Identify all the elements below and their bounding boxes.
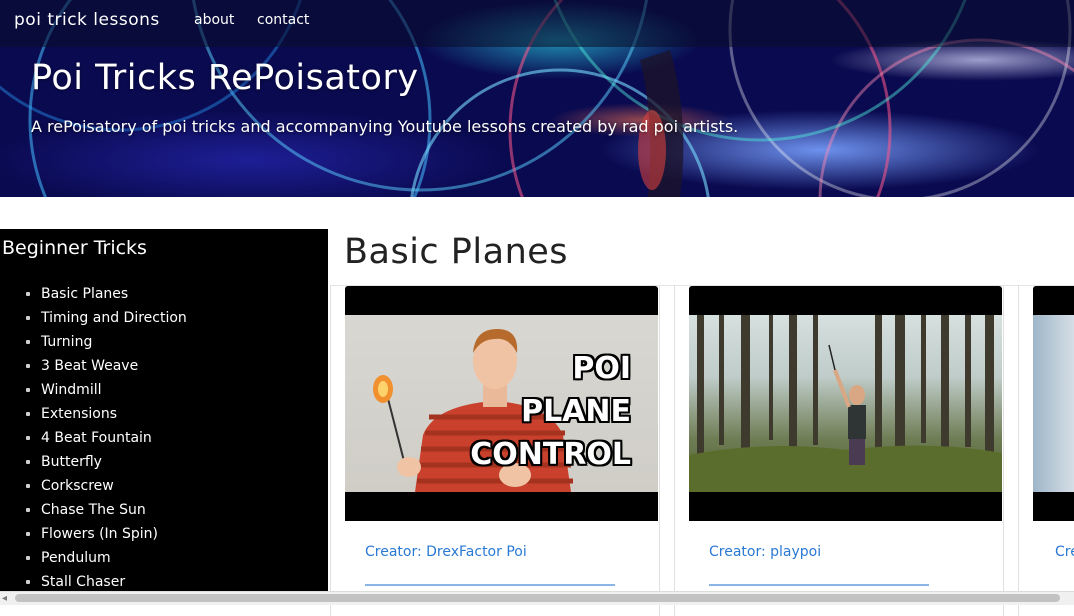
scroll-left-arrow-icon[interactable]: ◂ [2,592,7,605]
sidebar-item-3-beat-weave[interactable]: 3 Beat Weave [0,354,187,378]
bullet-icon [26,484,30,488]
sidebar-item-flowers-in-spin[interactable]: Flowers (In Spin) [0,522,187,546]
forest-illustration [689,315,1002,492]
video-card: Creator: playpoi [674,286,1004,616]
thumbnail-caption-line: PLANE [521,394,631,429]
bullet-icon [26,508,30,512]
video-card: POI PLANE CONTROL Creator: DrexFactor Po… [330,286,660,616]
hero-banner: poi trick lessons about contact Poi Tric… [0,0,1074,197]
sidebar-item-butterfly[interactable]: Butterfly [0,450,187,474]
bullet-icon [26,316,30,320]
video-frame [1033,315,1074,492]
sidebar-item-label: Turning [41,334,93,350]
lesson-link[interactable] [709,584,929,586]
sidebar-title: Beginner Tricks [2,237,147,259]
sidebar-item-label: Stall Chaser [41,574,126,590]
sidebar-item-label: Windmill [41,382,102,398]
bullet-icon [26,364,30,368]
nav-about-link[interactable]: about [194,12,234,28]
sidebar-item-timing-and-direction[interactable]: Timing and Direction [0,306,187,330]
bullet-icon [26,412,30,416]
sidebar-item-windmill[interactable]: Windmill [0,378,187,402]
sidebar-item-basic-planes[interactable]: Basic Planes [0,282,187,306]
bullet-icon [26,388,30,392]
video-thumbnail[interactable]: POI PLANE CONTROL [345,286,658,521]
horizontal-scrollbar[interactable]: ◂ [0,591,1074,605]
page-title: Basic Planes [344,232,569,272]
thumbnail-caption-line: POI [572,351,631,386]
nav-contact-link[interactable]: contact [257,12,309,28]
thumbnail-caption-line: CONTROL [470,437,631,472]
video-card: Cre [1018,286,1074,616]
bullet-icon [26,580,30,584]
sidebar-item-label: Timing and Direction [41,310,187,326]
sidebar-item-label: Corkscrew [41,478,114,494]
bullet-icon [26,340,30,344]
sidebar-trick-list: Basic Planes Timing and Direction Turnin… [0,282,187,591]
top-navigation-bar: poi trick lessons about contact [0,0,1074,47]
hero-subtitle: A rePoisatory of poi tricks and accompan… [31,117,739,136]
bullet-icon [26,532,30,536]
hero-title: Poi Tricks RePoisatory [31,58,419,98]
sidebar: Beginner Tricks Basic Planes Timing and … [0,229,328,591]
creator-link[interactable]: Creator: playpoi [709,544,821,560]
video-thumbnail[interactable] [1033,286,1074,521]
creator-link[interactable]: Creator: DrexFactor Poi [365,544,527,560]
scrollbar-thumb[interactable] [15,594,1060,602]
video-frame [689,315,1002,492]
sidebar-item-corkscrew[interactable]: Corkscrew [0,474,187,498]
site-brand-link[interactable]: poi trick lessons [14,10,160,30]
sidebar-item-label: Basic Planes [41,286,129,302]
sidebar-item-turning[interactable]: Turning [0,330,187,354]
creator-link[interactable]: Cre [1055,544,1074,560]
bullet-icon [26,556,30,560]
bullet-icon [26,292,30,296]
bullet-icon [26,460,30,464]
sidebar-item-label: 4 Beat Fountain [41,430,152,446]
sidebar-item-label: Extensions [41,406,118,422]
sidebar-item-4-beat-fountain[interactable]: 4 Beat Fountain [0,426,187,450]
sidebar-item-pendulum[interactable]: Pendulum [0,546,187,570]
sidebar-item-chase-the-sun[interactable]: Chase The Sun [0,498,187,522]
sidebar-item-label: Pendulum [41,550,111,566]
video-frame: POI PLANE CONTROL [345,315,658,492]
sidebar-item-label: 3 Beat Weave [41,358,139,374]
thumbnail-caption: POI PLANE CONTROL [470,347,631,476]
sidebar-item-label: Flowers (In Spin) [41,526,158,542]
lesson-link[interactable] [365,584,615,586]
sidebar-item-label: Chase The Sun [41,502,146,518]
sidebar-item-extensions[interactable]: Extensions [0,402,187,426]
video-thumbnail[interactable] [689,286,1002,521]
sidebar-item-stall-chaser[interactable]: Stall Chaser [0,570,187,591]
sidebar-item-label: Butterfly [41,454,102,470]
bullet-icon [26,436,30,440]
